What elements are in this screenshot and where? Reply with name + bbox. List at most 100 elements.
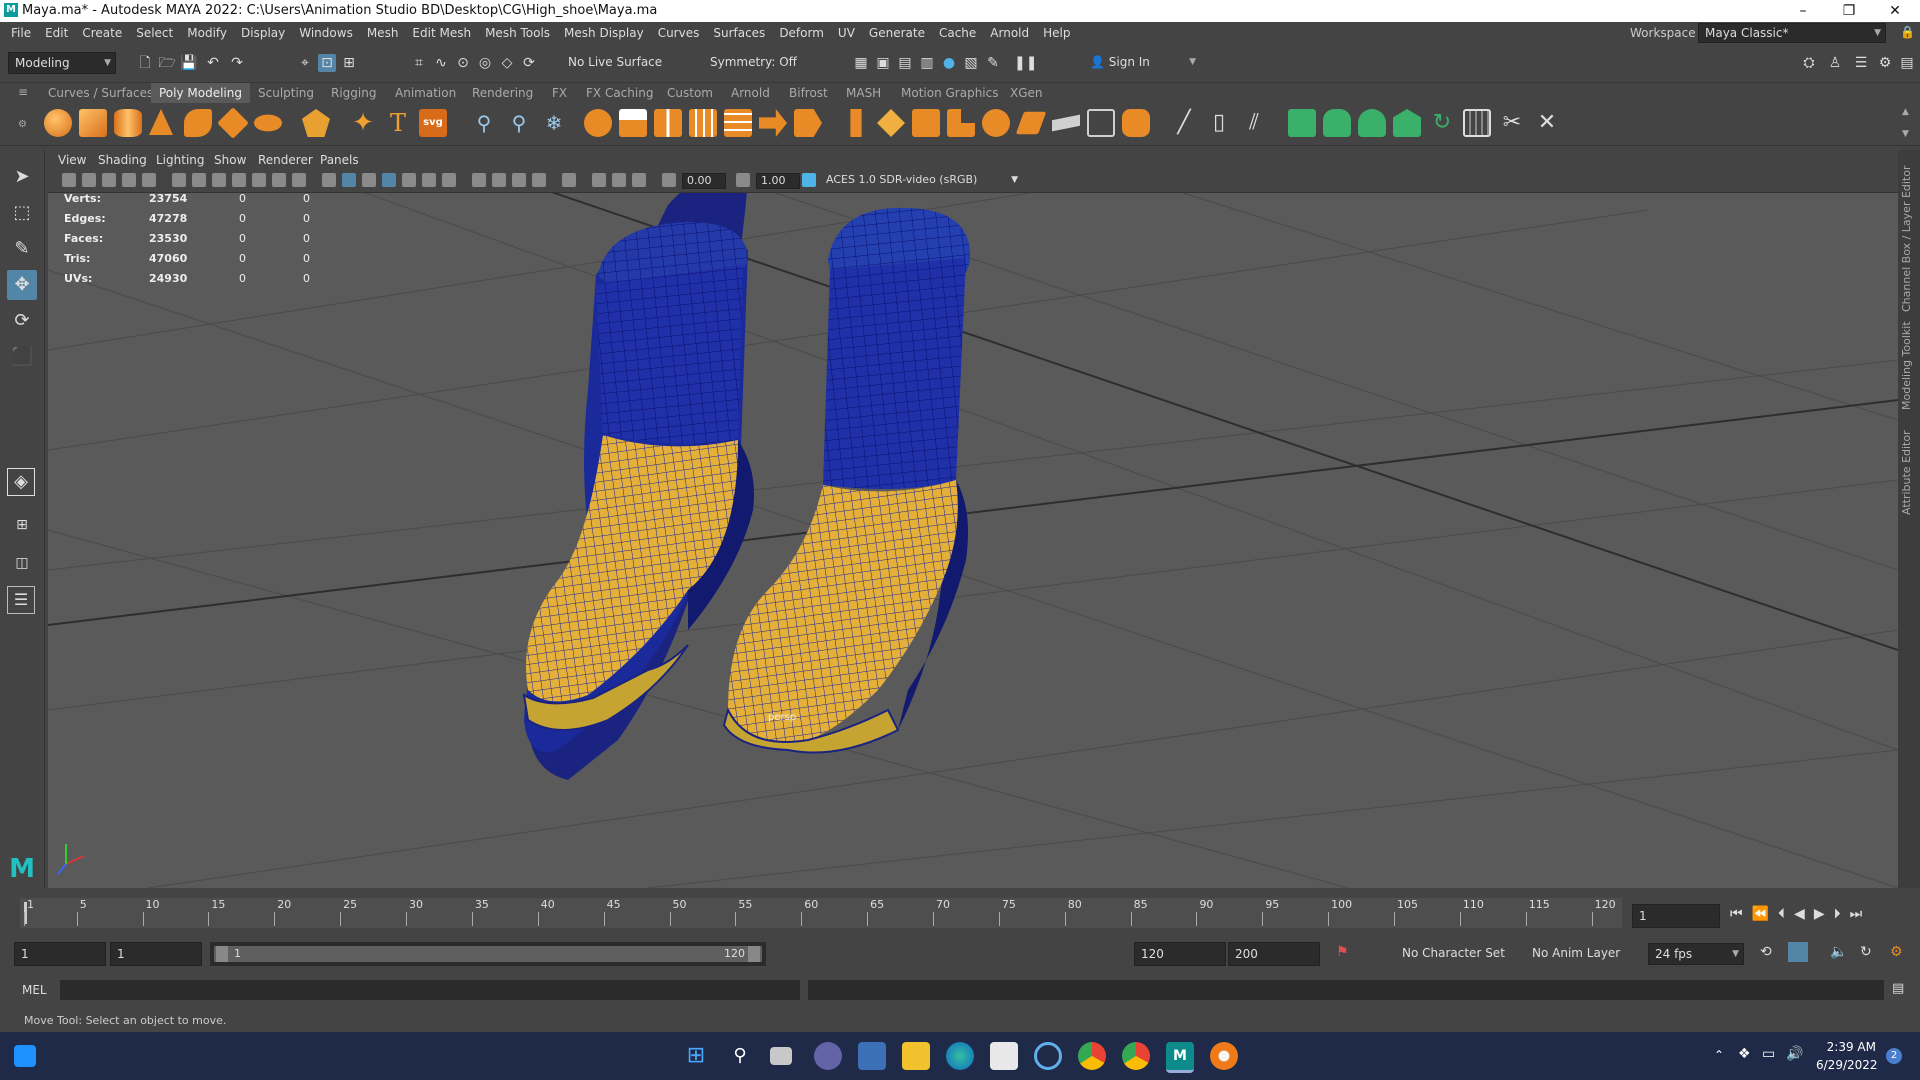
render-settings-icon[interactable]: ▥ [918,54,936,72]
tab-poly-modeling[interactable]: Poly Modeling [151,83,250,103]
snap-pivot-icon[interactable]: ⟳ [520,54,538,72]
sculpt-particle-icon[interactable]: ❄ [540,109,568,137]
lights-icon[interactable] [422,173,436,187]
command-language-label[interactable]: MEL [22,983,47,997]
chrome-icon[interactable] [1078,1042,1106,1070]
safe-action-icon[interactable] [272,173,286,187]
redo-icon[interactable]: ↷ [228,54,246,72]
move-tool-icon[interactable]: ✥ [7,270,37,300]
multi-cut-icon[interactable]: ╱ [1170,109,1198,137]
snap-surface-icon[interactable]: ◇ [498,54,516,72]
loop-icon[interactable]: ⟲ [1760,944,1772,960]
select-hierarchy-icon[interactable]: ⌖ [296,54,314,72]
separate-icon[interactable] [619,109,647,137]
tab-attribute-editor[interactable]: Attribute Editor [1900,425,1918,515]
undo-icon[interactable]: ↶ [204,54,222,72]
merge-icon[interactable] [1015,111,1047,135]
isolate-select-icon[interactable] [562,173,576,187]
mode-dropdown[interactable]: Modeling ▼ [8,52,116,74]
menu-arnold[interactable]: Arnold [983,22,1036,44]
auto-key-icon[interactable]: ⚑ [1336,944,1349,960]
circularize-icon[interactable] [1122,109,1150,137]
tab-custom[interactable]: Custom [659,83,721,103]
step-forward-frame-icon[interactable]: ⏵ [1834,906,1850,922]
select-tool-icon[interactable]: ➤ [7,162,37,192]
smooth-icon[interactable] [689,109,717,137]
gamma-icon[interactable] [736,173,750,187]
snap-point-icon[interactable]: ⊙ [454,54,472,72]
display-icon[interactable]: ▭ [1762,1046,1775,1062]
insert-edge-loop-icon[interactable]: ▯ [1205,109,1233,137]
extract-icon[interactable] [654,109,682,137]
volume-icon[interactable]: 🔊 [1786,1046,1803,1062]
film-gate-icon[interactable] [192,173,206,187]
dropbox-icon[interactable]: ❖ [1738,1046,1751,1062]
minimize-button[interactable]: – [1780,0,1826,22]
resolution-gate-icon[interactable] [212,173,226,187]
viewport-menu-show[interactable]: Show [214,150,246,170]
widgets-icon[interactable] [14,1045,36,1067]
cylindrical-mapping-icon[interactable] [1323,109,1351,137]
four-view-layout-icon[interactable]: ⊞ [7,510,37,540]
animation-start-field[interactable]: 1 [14,942,106,966]
file-explorer-icon[interactable] [902,1042,930,1070]
range-start-handle[interactable] [216,946,228,962]
combine-icon[interactable] [584,109,612,137]
character-controls-icon[interactable]: ♙ [1826,54,1844,72]
light-editor-icon[interactable]: ✎ [984,54,1002,72]
bridge-icon[interactable] [850,109,862,137]
step-back-key-icon[interactable]: ⏪ [1752,906,1778,922]
step-back-frame-icon[interactable]: ⏴ [1778,906,1794,922]
cache-playback-icon[interactable] [1788,942,1808,962]
fill-hole-icon[interactable] [982,109,1010,137]
menu-deform[interactable]: Deform [772,22,831,44]
anti-aliasing-icon[interactable] [512,173,526,187]
textured-icon[interactable] [402,173,416,187]
field-chart-icon[interactable] [252,173,266,187]
camera-select-icon[interactable] [62,173,76,187]
viewport-menu-shading[interactable]: Shading [98,150,147,170]
blender-icon[interactable] [1210,1042,1238,1070]
menu-cache[interactable]: Cache [932,22,983,44]
shelf-scroll-down-icon[interactable]: ▼ [1902,129,1909,139]
image-plane-icon[interactable] [122,173,136,187]
bevel-icon[interactable] [912,109,940,137]
scale-tool-icon[interactable]: ⬛ [7,342,37,372]
task-view-icon[interactable] [770,1047,792,1065]
time-slider[interactable]: 1 5 10 15 20 25 30 35 40 45 50 55 60 65 70 75 80 85 90 95 10… [20,898,1622,928]
uv-transfer-icon[interactable]: ↻ [1428,109,1456,137]
menu-mesh[interactable]: Mesh [360,22,406,44]
tab-animation[interactable]: Animation [387,83,464,103]
sculpt-icon[interactable]: ⚲ [470,109,498,137]
clock-date[interactable]: 6/29/2022 [1816,1058,1878,1072]
menu-create[interactable]: Create [75,22,129,44]
shelf-settings-icon[interactable]: ⚙ [18,119,27,130]
gamma-field[interactable]: 1.00 [756,173,800,189]
channel-box-icon[interactable]: ▤ [1898,54,1916,72]
render-frame-icon[interactable]: ▣ [874,54,892,72]
grid-icon[interactable] [172,173,186,187]
fps-dropdown[interactable]: 24 fps ▼ [1648,943,1744,965]
camera-attributes-icon[interactable] [82,173,96,187]
snap-view-icon[interactable]: ◎ [476,54,494,72]
pause-viewport-icon[interactable]: ❚❚ [1014,54,1037,72]
monitor-app-icon[interactable] [858,1042,886,1070]
tab-xgen[interactable]: XGen [1002,83,1051,103]
snap-curve-icon[interactable]: ∿ [432,54,450,72]
menu-curves[interactable]: Curves [651,22,707,44]
xray-active-icon[interactable] [612,173,626,187]
poly-disc-icon[interactable] [254,114,282,132]
new-scene-icon[interactable]: 🗋 [136,54,154,72]
safe-title-icon[interactable] [292,173,306,187]
ambient-occlusion-icon[interactable] [472,173,486,187]
offset-edge-loop-icon[interactable]: ⫽ [1240,109,1268,137]
tab-channel-box[interactable]: Channel Box / Layer Editor [1900,162,1918,312]
paint-select-tool-icon[interactable]: ✎ [7,234,37,264]
super-shape-icon[interactable]: ✦ [349,109,377,137]
sign-in-dropdown[interactable]: 👤 Sign In ▼ [1084,52,1200,72]
tab-bifrost[interactable]: Bifrost [781,83,836,103]
go-to-start-icon[interactable]: ⏮ [1730,906,1752,922]
extrude-icon[interactable] [877,109,905,137]
menu-mesh-display[interactable]: Mesh Display [557,22,651,44]
boolean-icon[interactable] [724,109,752,137]
